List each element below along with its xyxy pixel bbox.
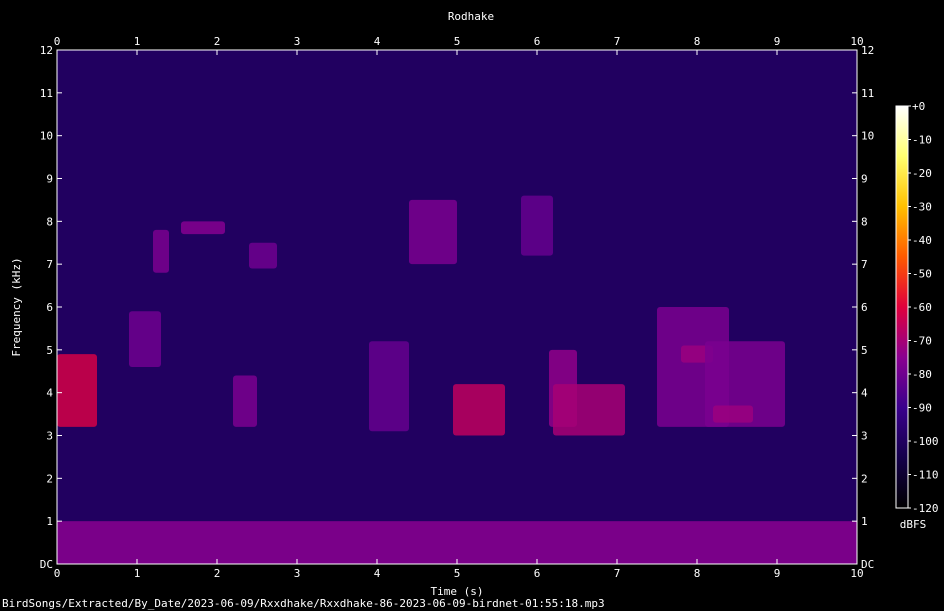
y-tick-label-left: 11 [40, 87, 53, 100]
y-tick-label-left: 7 [46, 258, 53, 271]
colorbar-tick-label: -40 [912, 234, 932, 247]
x-tick-label-bottom: 1 [134, 567, 141, 580]
x-tick-label-top: 9 [774, 35, 781, 48]
x-tick-label-bottom: 7 [614, 567, 621, 580]
y-tick-label-left: 9 [46, 173, 53, 186]
x-tick-label-top: 7 [614, 35, 621, 48]
y-tick-label-right: 12 [861, 44, 874, 57]
spectrogram-figure: Rodhake 001122334455667788991010DC DC1 12 2… [10, 10, 939, 598]
plot-fill [57, 50, 857, 564]
x-tick-label-top: 6 [534, 35, 541, 48]
signal-region [409, 199, 457, 265]
colorbar-tick-label: -30 [912, 201, 932, 214]
y-tick-label-right: 6 [861, 301, 868, 314]
y-tick-label-right: 4 [861, 387, 868, 400]
y-tick-label-left: 8 [46, 215, 53, 228]
x-tick-label-bottom: 8 [694, 567, 701, 580]
y-tick-label-right: 1 [861, 515, 868, 528]
x-tick-label-top: 5 [454, 35, 461, 48]
colorbar-tick-label: -120 [912, 502, 939, 515]
file-path: BirdSongs/Extracted/By_Date/2023-06-09/R… [2, 597, 605, 610]
x-tick-label-bottom: 9 [774, 567, 781, 580]
x-tick-label-top: 2 [214, 35, 221, 48]
colorbar-tick-label: -70 [912, 335, 932, 348]
y-tick-label-left: 12 [40, 44, 53, 57]
x-tick-label-top: 0 [54, 35, 61, 48]
x-tick-label-bottom: 4 [374, 567, 381, 580]
y-tick-label-right: 9 [861, 173, 868, 186]
y-tick-label-right: 3 [861, 430, 868, 443]
colorbar-tick-label: -10 [912, 134, 932, 147]
low-frequency-band [57, 521, 857, 564]
x-tick-label-top: 8 [694, 35, 701, 48]
y-tick-label-left: 10 [40, 130, 53, 143]
signal-regions [57, 50, 857, 564]
x-tick-label-bottom: 3 [294, 567, 301, 580]
y-tick-label-left: 6 [46, 301, 53, 314]
y-tick-label-right: DC [861, 558, 874, 571]
colorbar-tick-label: +0 [912, 100, 925, 113]
y-tick-label-right: 5 [861, 344, 868, 357]
signal-region [713, 405, 753, 423]
colorbar-tick-label: -100 [912, 435, 939, 448]
y-tick-label-right: 11 [861, 87, 874, 100]
signal-region [553, 384, 625, 436]
signal-region [249, 242, 277, 269]
signal-region [181, 221, 225, 235]
y-tick-label-left: 2 [46, 472, 53, 485]
x-tick-label-top: 1 [134, 35, 141, 48]
y-tick-label-left: DC [40, 558, 53, 571]
colorbar-ticks: +0 -10 -20 -30 -40 -50 -60 -70 -80 -90 -100 -110 -12… [908, 100, 939, 515]
signal-region [453, 384, 505, 436]
colorbar-label: dBFS [900, 518, 927, 531]
signal-region [129, 311, 161, 367]
colorbar-tick-label: -50 [912, 268, 932, 281]
colorbar-tick-label: -80 [912, 368, 932, 381]
x-tick-label-top: 3 [294, 35, 301, 48]
y-tick-label-right: 2 [861, 472, 868, 485]
x-tick-label-bottom: 6 [534, 567, 541, 580]
x-tick-label-bottom: 2 [214, 567, 221, 580]
x-tick-label-top: 4 [374, 35, 381, 48]
x-tick-label-bottom: 0 [54, 567, 61, 580]
colorbar-tick-label: -90 [912, 402, 932, 415]
y-tick-label-right: 10 [861, 130, 874, 143]
y-tick-label-right: 7 [861, 258, 868, 271]
signal-region [521, 195, 553, 256]
signal-region [369, 341, 409, 432]
y-tick-label-left: 3 [46, 430, 53, 443]
y-axis-label: Frequency (kHz) [10, 257, 23, 356]
colorbar [896, 106, 908, 508]
signal-region [57, 354, 97, 427]
signal-region [153, 229, 169, 273]
y-tick-label-left: 5 [46, 344, 53, 357]
y-tick-label-left: 4 [46, 387, 53, 400]
colorbar-tick-label: -20 [912, 167, 932, 180]
chart-title: Rodhake [448, 10, 494, 23]
y-tick-label-right: 8 [861, 215, 868, 228]
colorbar-tick-label: -110 [912, 469, 939, 482]
colorbar-tick-label: -60 [912, 301, 932, 314]
signal-region [233, 375, 257, 427]
y-tick-label-left: 1 [46, 515, 53, 528]
x-tick-label-bottom: 5 [454, 567, 461, 580]
